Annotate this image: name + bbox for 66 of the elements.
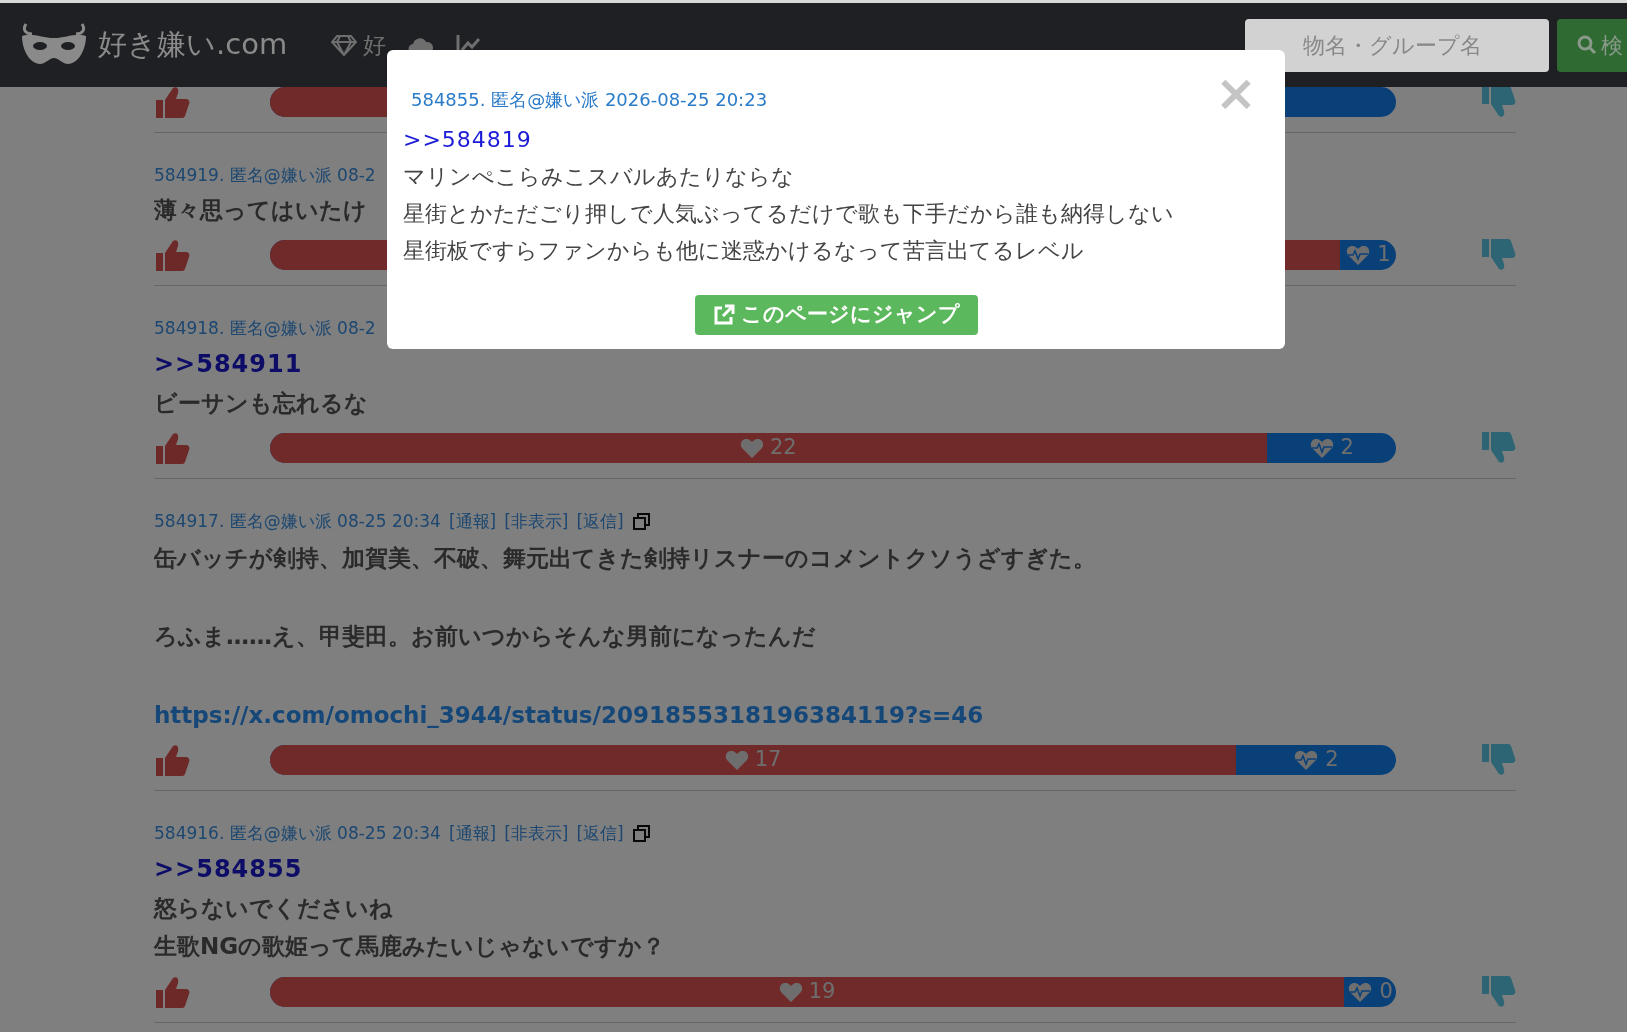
post-text: マリンぺこらみこスバルあたりならな [403, 163, 795, 191]
dislike-count: 2 [1325, 746, 1339, 774]
thumbs-up-icon [154, 237, 190, 273]
search-button[interactable]: 検 [1557, 18, 1627, 72]
thumbs-up-button[interactable] [154, 430, 190, 466]
action-link[interactable]: [非表示] [504, 509, 569, 535]
thumbs-up-button[interactable] [154, 237, 190, 273]
comment-text: 生歌NGの歌姫って馬鹿みたいじゃないですか？ [154, 932, 666, 961]
thumbs-down-icon [1480, 84, 1516, 120]
thumbs-down-button[interactable] [1480, 84, 1516, 120]
url-link[interactable]: https://x.com/omochi_3944/status/2091855318196384119?s=46 [154, 701, 984, 728]
thumbs-down-icon [1480, 973, 1516, 1010]
reply-link[interactable]: >>584819 [403, 123, 532, 156]
jump-button[interactable]: このページにジャンプ [695, 295, 978, 335]
post-meta: 584855. 匿名@嫌い派 2026-08-25 20:23 [410, 88, 768, 112]
nav-link[interactable]: 好 [331, 27, 387, 63]
diamond-icon [331, 34, 358, 56]
thumbs-down-button[interactable] [1480, 742, 1516, 778]
heart-icon [739, 437, 764, 459]
comment-text: 缶バッチが剣持、加賀美、不破、舞元出てきた剣持リスナーのコメントクソうざすぎた。 [154, 543, 1096, 573]
comment-meta: 584918. 匿名@嫌い派 08-2 [154, 317, 376, 340]
thumbs-up-icon [154, 430, 190, 466]
comment-text: 怒らないでくださいね [154, 893, 393, 923]
copy-icon[interactable] [631, 823, 652, 844]
external-link-icon [713, 303, 735, 326]
comment-text: ビーサンも忘れるな [154, 388, 368, 418]
thumbs-up-icon [154, 84, 190, 120]
thumbs-down-button[interactable] [1480, 973, 1516, 1010]
thumbs-down-icon [1480, 742, 1516, 778]
action-link[interactable]: [返信] [576, 509, 624, 535]
thumbs-up-icon [154, 742, 190, 778]
thumbs-down-button[interactable] [1480, 237, 1516, 273]
thumbs-up-button[interactable] [154, 742, 190, 778]
like-count: 22 [769, 434, 797, 462]
search-field[interactable]: 物名・グループ名 [1245, 18, 1549, 72]
dislike-count: 0 [1379, 977, 1393, 1005]
dislike-count: 1 [1377, 241, 1391, 269]
comment-meta: 584917. 匿名@嫌い派 08-25 20:34 [154, 510, 441, 533]
like-count: 19 [808, 977, 836, 1005]
action-link[interactable]: [返信] [576, 821, 624, 847]
action-link[interactable]: [通報] [448, 509, 497, 535]
site-logo[interactable]: 好き嫌い.com [98, 23, 288, 67]
heart-pulse-icon [1293, 749, 1320, 771]
copy-icon[interactable] [631, 511, 652, 532]
post-text: 星街板ですらファンからも他に迷惑かけるなって苦言出てるレベル [403, 237, 1085, 265]
like-count: 17 [754, 746, 782, 774]
heart-pulse-icon [1308, 437, 1335, 459]
comment-meta: 584919. 匿名@嫌い派 08-2 [154, 164, 376, 187]
post-text: 星街とかただごり押しで人気ぶってるだけで歌も下手だから誰も納得しない [403, 200, 1175, 228]
thumbs-down-button[interactable] [1480, 430, 1516, 466]
action-link[interactable]: [非表示] [504, 821, 569, 847]
search-icon [1577, 35, 1597, 55]
reply-link[interactable]: >>584911 [154, 345, 303, 382]
heart-pulse-icon [1347, 980, 1374, 1003]
thumbs-down-icon [1480, 237, 1516, 273]
heart-icon [778, 980, 803, 1003]
thumbs-up-button[interactable] [154, 84, 190, 120]
thumbs-down-icon [1480, 430, 1516, 466]
heart-pulse-icon [1345, 244, 1372, 266]
reply-link[interactable]: >>584855 [154, 850, 303, 887]
heart-icon [724, 749, 749, 771]
comment-text: ろふま……え、甲斐田。お前いつからそんな男前になったんだ [154, 622, 816, 651]
dislike-count: 2 [1340, 434, 1354, 462]
comment-meta: 584916. 匿名@嫌い派 08-25 20:34 [154, 822, 441, 845]
comment-text: 薄々思ってはいたけ [154, 195, 367, 225]
action-link[interactable]: [通報] [448, 821, 497, 847]
